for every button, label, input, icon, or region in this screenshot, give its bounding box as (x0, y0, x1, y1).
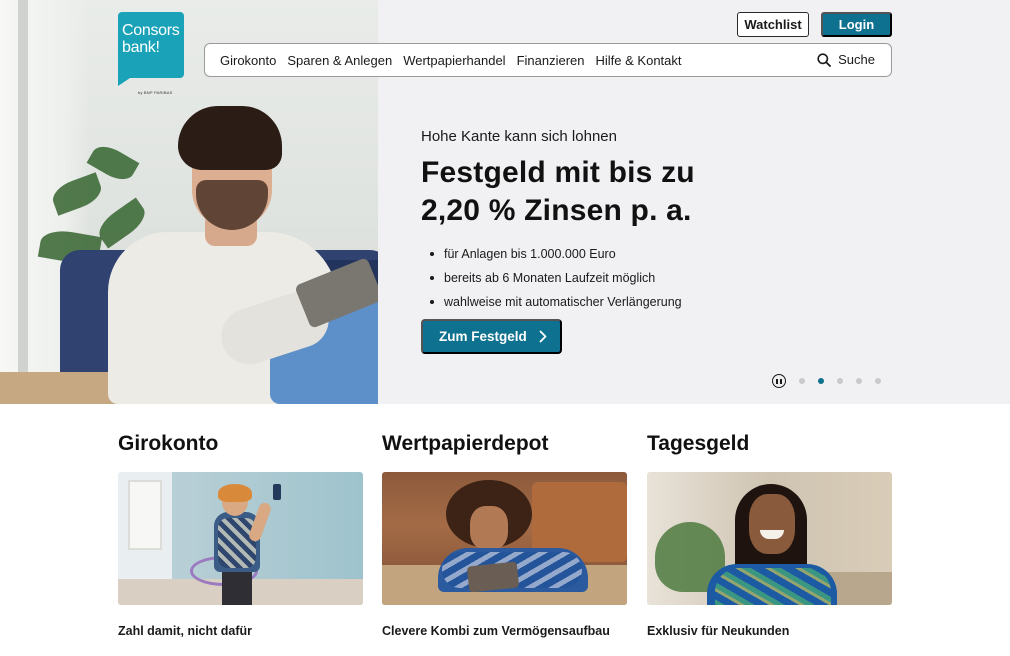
chevron-right-icon (539, 330, 547, 343)
product-image[interactable] (647, 472, 892, 605)
product-card-wertpapierdepot[interactable]: Wertpapierdepot Clevere Kombi zum Vermög… (382, 432, 627, 638)
carousel-dot-4[interactable] (856, 378, 862, 384)
logo-line-2: bank! (122, 39, 160, 56)
watchlist-button[interactable]: Watchlist (737, 12, 809, 37)
product-title: Girokonto (118, 432, 219, 455)
pause-icon[interactable] (772, 374, 786, 388)
hero-title-line-1: Festgeld mit bis zu (421, 156, 695, 189)
carousel-dot-1[interactable] (799, 378, 805, 384)
hero-banner: Consors bank! by BNP PARIBAS Watchlist L… (0, 0, 1010, 404)
cta-label: Zum Festgeld (439, 329, 527, 344)
bullet-item: bereits ab 6 Monaten Laufzeit möglich (421, 266, 841, 290)
product-image[interactable] (118, 472, 363, 605)
product-caption[interactable]: Exklusiv für Neukunden (647, 624, 892, 638)
product-title: Wertpapierdepot (382, 432, 549, 455)
product-title: Tagesgeld (647, 432, 750, 455)
search-label: Suche (838, 52, 875, 67)
product-image[interactable] (382, 472, 627, 605)
festgeld-cta-button[interactable]: Zum Festgeld (421, 319, 562, 354)
carousel-dot-3[interactable] (837, 378, 843, 384)
bullet-text: für Anlagen bis 1.000.000 Euro (444, 247, 616, 261)
hero-content: Hohe Kante kann sich lohnen Festgeld mit… (421, 128, 841, 314)
hero-kicker: Hohe Kante kann sich lohnen (421, 128, 617, 145)
bullet-dot-icon (430, 300, 434, 304)
nav-item-girokonto[interactable]: Girokonto (220, 53, 276, 68)
bullet-item: für Anlagen bis 1.000.000 Euro (421, 242, 841, 266)
bullet-dot-icon (430, 276, 434, 280)
consorsbank-logo[interactable]: Consors bank! by BNP PARIBAS (118, 12, 184, 95)
nav-item-wertpapierhandel[interactable]: Wertpapierhandel (403, 53, 505, 68)
nav-item-sparen-anlegen[interactable]: Sparen & Anlegen (287, 53, 392, 68)
hero-bullet-list: für Anlagen bis 1.000.000 Euro bereits a… (421, 242, 841, 314)
product-card-tagesgeld[interactable]: Tagesgeld Exklusiv für Neukunden (647, 432, 892, 638)
product-card-girokonto[interactable]: Girokonto Zahl damit, nicht dafür (118, 432, 363, 638)
product-caption[interactable]: Zahl damit, nicht dafür (118, 624, 363, 638)
hero-title-line-2: 2,20 % Zinsen p. a. (421, 194, 692, 227)
login-button[interactable]: Login (821, 12, 892, 37)
carousel-dot-2[interactable] (818, 378, 824, 384)
hero-title: Festgeld mit bis zu 2,20 % Zinsen p. a. (421, 154, 841, 230)
bullet-dot-icon (430, 252, 434, 256)
main-navigation: Girokonto Sparen & Anlegen Wertpapierhan… (204, 43, 892, 77)
bullet-text: wahlweise mit automatischer Verlängerung (444, 295, 682, 309)
logo-line-1: Consors (122, 22, 180, 39)
nav-item-hilfe-kontakt[interactable]: Hilfe & Kontakt (596, 53, 682, 68)
nav-item-finanzieren[interactable]: Finanzieren (517, 53, 585, 68)
carousel-controls (772, 374, 881, 388)
carousel-dot-5[interactable] (875, 378, 881, 384)
product-caption[interactable]: Clevere Kombi zum Vermögensaufbau (382, 624, 627, 638)
search-button[interactable]: Suche (817, 52, 875, 67)
bullet-text: bereits ab 6 Monaten Laufzeit möglich (444, 271, 656, 285)
search-icon (817, 52, 832, 67)
logo-byline: by BNP PARIBAS (138, 90, 173, 95)
bullet-item: wahlweise mit automatischer Verlängerung (421, 290, 841, 314)
